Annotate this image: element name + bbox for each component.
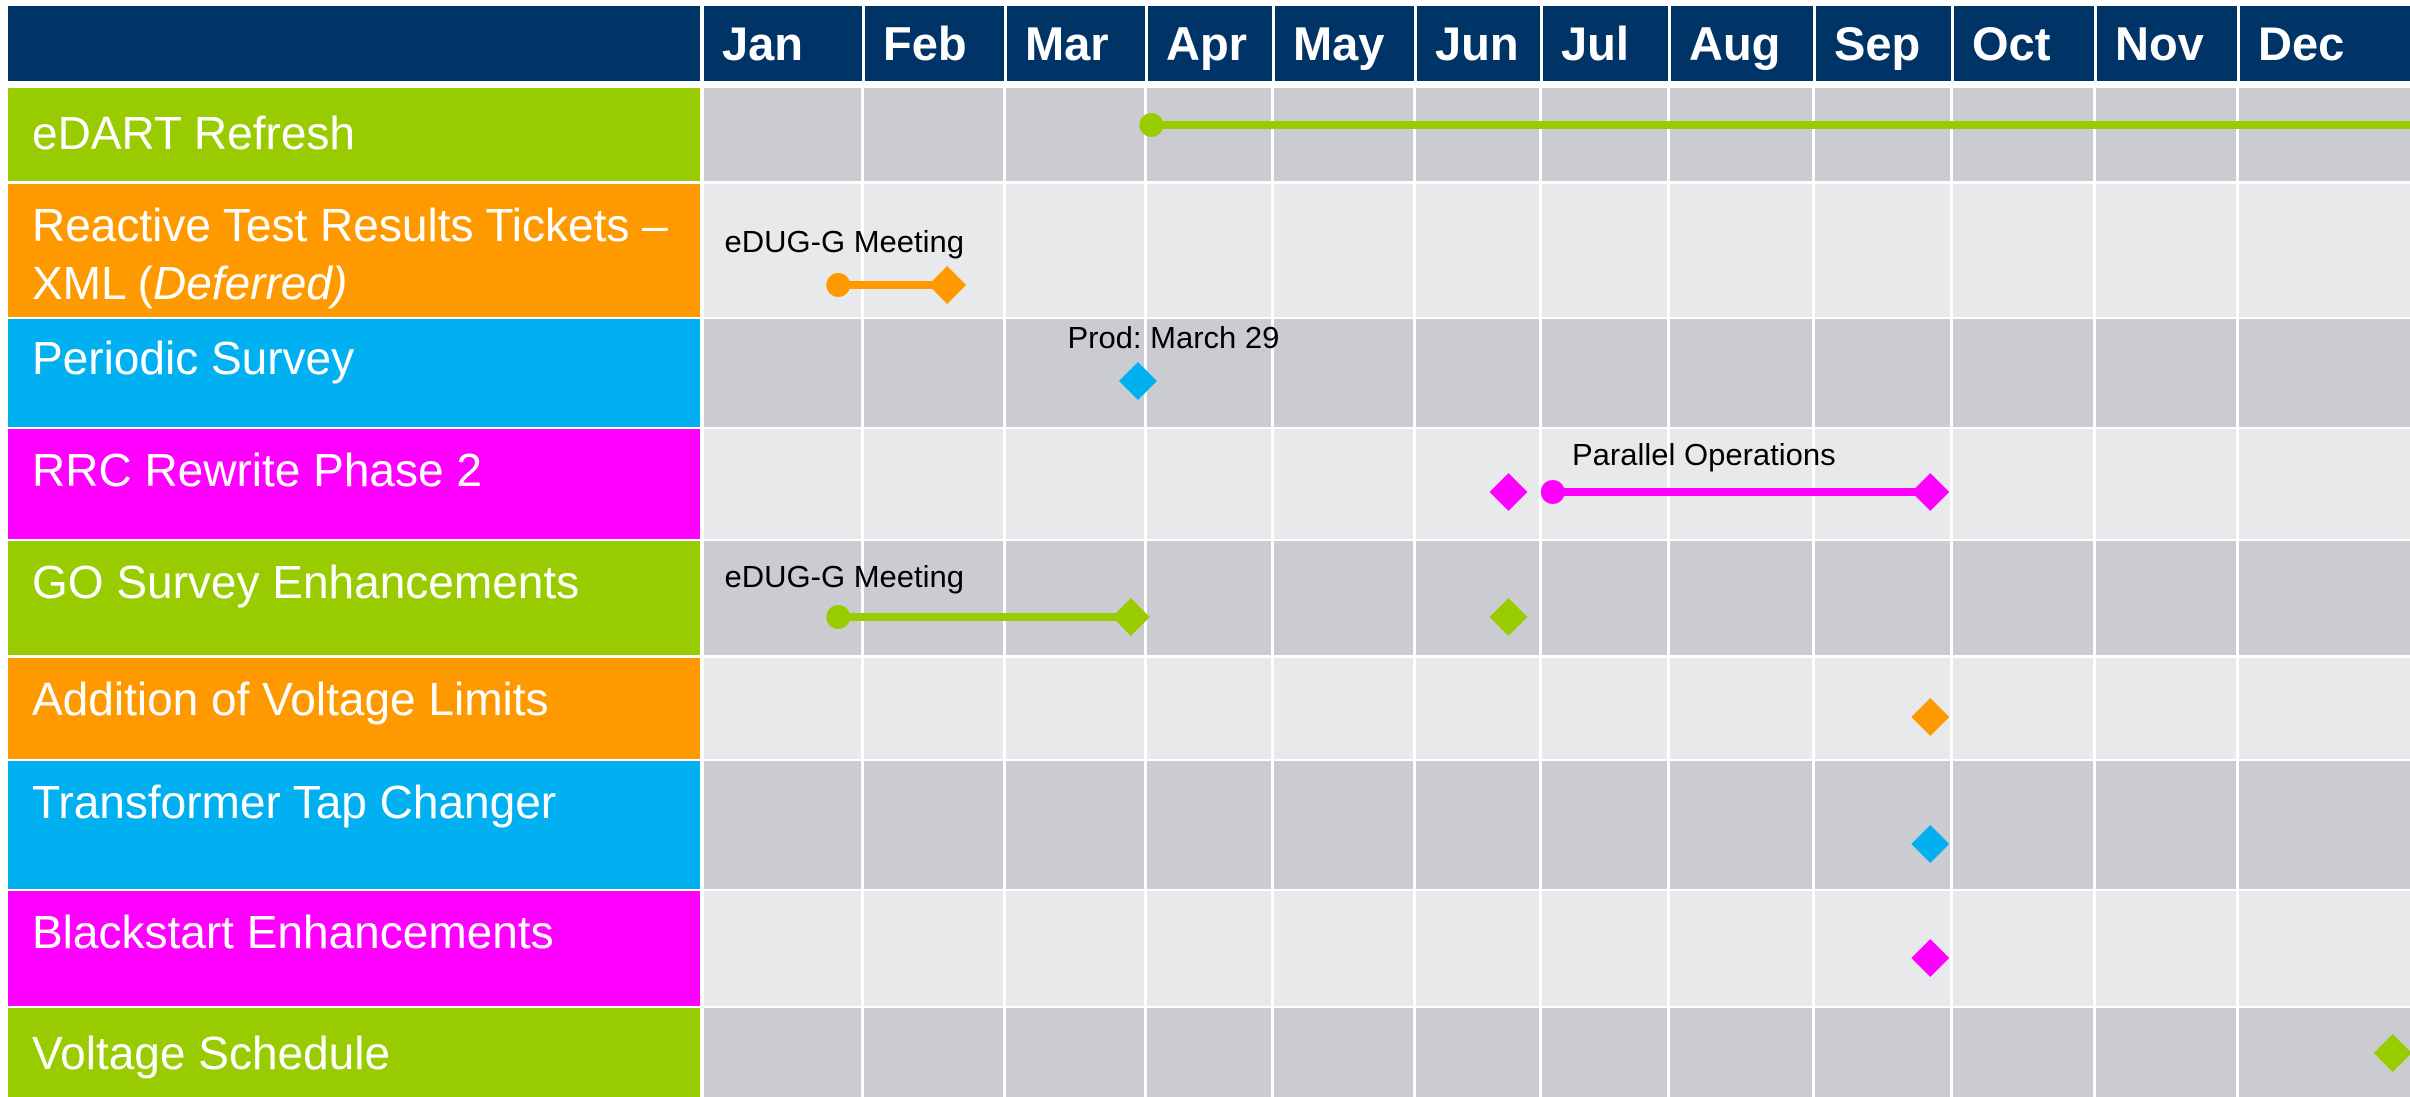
milestone-diamond bbox=[1911, 825, 1950, 863]
bar-start-circle bbox=[1139, 113, 1164, 137]
bar-start-circle bbox=[1540, 480, 1565, 504]
bar-start-circle bbox=[826, 273, 851, 297]
bar-end-diamond bbox=[1111, 598, 1150, 636]
bar-end-diamond bbox=[928, 266, 967, 304]
milestone-diamond bbox=[1489, 473, 1528, 511]
bar-annotation: Prod: March 29 bbox=[1067, 320, 1279, 355]
milestone-diamond bbox=[1118, 362, 1157, 400]
bar-annotation: Parallel Operations bbox=[1572, 437, 1836, 472]
chart-marks: eDUG-G Meeting Prod: March 29 Parallel Ope… bbox=[725, 113, 2410, 1072]
bar-start-circle bbox=[826, 605, 851, 629]
milestone-diamond bbox=[1911, 939, 1950, 977]
bar-annotation: eDUG-G Meeting bbox=[725, 559, 964, 594]
milestone-diamond bbox=[1911, 698, 1950, 736]
milestone-diamond bbox=[2373, 1034, 2410, 1072]
bar-annotation: eDUG-G Meeting bbox=[725, 224, 964, 259]
gantt-chart: Jan Feb Mar Apr May Jun Jul Aug Sep Oct Nov Dec eDA… bbox=[0, 0, 2410, 1097]
bar-end-diamond bbox=[1911, 473, 1950, 511]
milestone-diamond bbox=[1489, 598, 1528, 636]
